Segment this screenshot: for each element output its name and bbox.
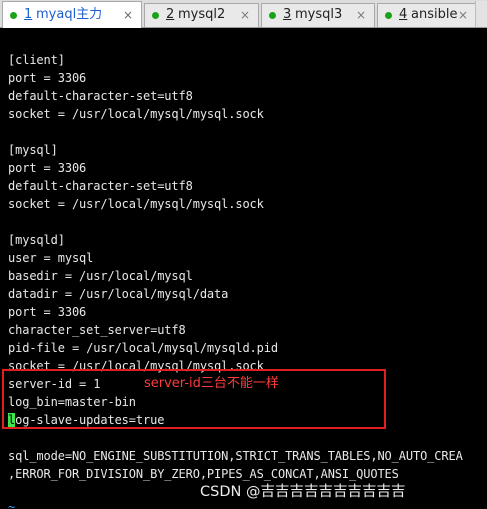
tab-number: 4 (399, 7, 408, 22)
tab-label: myaql主力 (36, 7, 103, 22)
connected-status-icon (10, 12, 17, 19)
terminal-line: default-character-set=utf8 (8, 179, 193, 193)
close-tab-icon[interactable]: × (458, 4, 468, 26)
close-tab-icon[interactable]: × (356, 4, 366, 26)
terminal-line: sql_mode=NO_ENGINE_SUBSTITUTION,STRICT_T… (8, 449, 463, 463)
close-tab-icon[interactable]: × (123, 4, 133, 26)
terminal-window: 1 myaql主力 × 2 mysql2 × 3 mysql3 × 4 ansi… (0, 0, 487, 509)
terminal-line: port = 3306 (8, 71, 87, 85)
tab-scroll-button[interactable] (475, 1, 487, 27)
session-tab-bar: 1 myaql主力 × 2 mysql2 × 3 mysql3 × 4 ansi… (0, 0, 487, 28)
tab-session-1[interactable]: 1 myaql主力 × (2, 1, 142, 28)
connected-status-icon (385, 12, 392, 19)
tab-label: mysql2 (178, 7, 226, 22)
vim-empty-line-marker: ~ (8, 500, 16, 509)
tab-label: mysql3 (295, 7, 343, 22)
watermark: CSDN @吉吉吉吉吉吉吉吉吉吉 (200, 484, 406, 500)
connected-status-icon (269, 12, 276, 19)
tab-number: 3 (283, 7, 292, 22)
terminal-line: default-character-set=utf8 (8, 89, 193, 103)
terminal-line: [mysqld] (8, 233, 65, 247)
terminal-line: character_set_server=utf8 (8, 323, 186, 337)
tab-session-2[interactable]: 2 mysql2 × (144, 3, 259, 27)
terminal-line: datadir = /usr/local/mysql/data (8, 287, 229, 301)
terminal-line: [mysql] (8, 143, 58, 157)
terminal-line: basedir = /usr/local/mysql (8, 269, 193, 283)
connected-status-icon (152, 12, 159, 19)
annotation-note: server-id三台不能一样 (144, 376, 279, 391)
tab-number: 1 (24, 7, 33, 22)
terminal-line: port = 3306 (8, 305, 87, 319)
terminal-output[interactable]: [client] port = 3306 default-character-s… (0, 28, 487, 509)
terminal-line: socket = /usr/local/mysql/mysql.sock (8, 197, 264, 211)
tab-label: ansible (411, 7, 458, 22)
terminal-line: port = 3306 (8, 161, 87, 175)
terminal-line: user = mysql (8, 251, 94, 265)
terminal-line: pid-file = /usr/local/mysql/mysqld.pid (8, 341, 278, 355)
tab-session-4[interactable]: 4 ansible × (377, 3, 477, 27)
tab-session-3[interactable]: 3 mysql3 × (261, 3, 375, 27)
close-tab-icon[interactable]: × (240, 4, 250, 26)
tab-number: 2 (166, 7, 175, 22)
terminal-line: socket = /usr/local/mysql/mysql.sock (8, 107, 264, 121)
terminal-line: [client] (8, 53, 65, 67)
